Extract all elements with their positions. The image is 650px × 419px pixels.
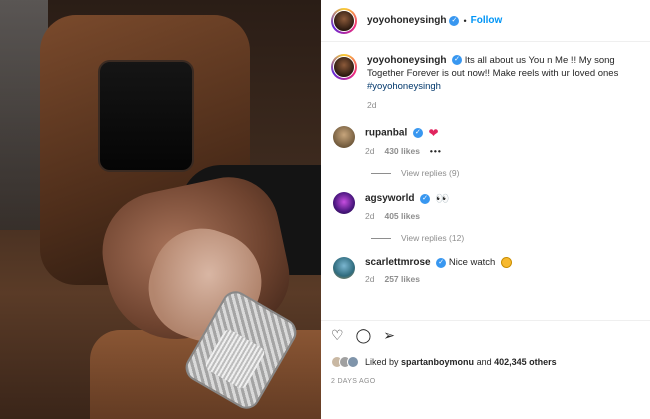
- verified-badge-icon: ✓: [412, 128, 423, 138]
- caption-text-block: yoyohoneysingh ✓ Its all about us You n …: [367, 54, 627, 112]
- verified-badge-icon: ✓: [452, 55, 463, 66]
- comment-body: agsyworld ✓ 👀 2d 405 likes: [365, 192, 449, 221]
- comment-likes[interactable]: 257 likes: [384, 274, 419, 284]
- follow-button[interactable]: Follow: [471, 15, 503, 26]
- view-replies-button[interactable]: View replies (9): [371, 168, 640, 178]
- comment-avatar[interactable]: [333, 192, 355, 214]
- caption-meta: 2d: [367, 99, 627, 112]
- heart-eyes-emoji-icon: [500, 257, 512, 268]
- red-heart-emoji-icon: ❤: [428, 126, 439, 140]
- action-bar: ♡ ◯ ➢: [321, 320, 650, 346]
- post-photo[interactable]: [0, 0, 321, 419]
- view-replies-label: View replies (12): [401, 233, 465, 243]
- comment-text: scarlettmrose ✓ Nice watch: [365, 257, 512, 268]
- caption: yoyohoneysingh ✓ Its all about us You n …: [331, 54, 640, 112]
- comment-text: rupanbal ✓ ❤: [365, 126, 442, 140]
- likes-prefix: Liked by: [365, 357, 399, 367]
- post-side-panel: yoyohoneysingh ✓ • Follow yoyohoneysingh…: [321, 0, 650, 419]
- likes-middle: and: [476, 357, 492, 367]
- comment-meta: 2d 430 likes •••: [365, 146, 442, 156]
- comment-avatar[interactable]: [333, 257, 355, 279]
- comment-time: 2d: [365, 211, 375, 221]
- comment-username[interactable]: agsyworld: [365, 193, 414, 204]
- instagram-post: yoyohoneysingh ✓ • Follow yoyohoneysingh…: [0, 0, 650, 419]
- author-username[interactable]: yoyohoneysingh: [367, 15, 446, 26]
- comment-item: scarlettmrose ✓ Nice watch 2d 257 likes: [331, 257, 640, 284]
- likes-count[interactable]: 402,345 others: [494, 357, 557, 367]
- comment-username[interactable]: scarlettmrose: [365, 257, 431, 268]
- likes-user[interactable]: spartanboymonu: [401, 357, 474, 367]
- comment-body: scarlettmrose ✓ Nice watch 2d 257 likes: [365, 257, 512, 284]
- comment-likes[interactable]: 405 likes: [384, 211, 419, 221]
- comment-time: 2d: [365, 274, 375, 285]
- liker-avatar: [347, 356, 359, 368]
- comment-meta: 2d 257 likes: [365, 274, 512, 284]
- comment-icon[interactable]: ◯: [356, 327, 372, 346]
- view-replies-label: View replies (9): [401, 168, 460, 178]
- comment-text: agsyworld ✓ 👀: [365, 192, 449, 205]
- comment-body: rupanbal ✓ ❤ 2d 430 likes •••: [365, 126, 442, 156]
- replies-divider: [371, 172, 391, 174]
- likes-summary[interactable]: Liked by spartanboymonu and 402,345 othe…: [331, 356, 557, 368]
- likes-text: Liked by spartanboymonu and 402,345 othe…: [365, 357, 557, 367]
- photo-seat-screen: [98, 60, 194, 172]
- comment-likes[interactable]: 430 likes: [384, 146, 419, 156]
- verified-badge-icon: ✓: [420, 193, 431, 204]
- header-separator: •: [463, 15, 467, 26]
- caption-time: 2d: [367, 100, 377, 110]
- caption-username[interactable]: yoyohoneysingh: [367, 55, 446, 66]
- comment-username[interactable]: rupanbal: [365, 128, 407, 139]
- share-icon[interactable]: ➢: [383, 327, 395, 346]
- verified-badge-icon: ✓: [449, 15, 460, 26]
- eyes-emoji-icon: 👀: [435, 193, 450, 205]
- comment-message: Nice watch: [448, 257, 496, 269]
- comment-time: 2d: [365, 146, 375, 156]
- comment-meta: 2d 405 likes: [365, 211, 449, 221]
- author-avatar[interactable]: [331, 7, 357, 34]
- replies-divider: [371, 237, 391, 239]
- comment-avatar[interactable]: [333, 126, 355, 148]
- post-header: yoyohoneysingh ✓ • Follow: [321, 0, 650, 42]
- caption-hashtag[interactable]: #yoyohoneysingh: [367, 81, 441, 92]
- view-replies-button[interactable]: View replies (12): [371, 233, 640, 243]
- heart-icon[interactable]: ♡: [331, 327, 344, 346]
- verified-badge-icon: ✓: [436, 257, 447, 268]
- comments-list[interactable]: yoyohoneysingh ✓ Its all about us You n …: [321, 42, 650, 317]
- comment-item: rupanbal ✓ ❤ 2d 430 likes •••: [331, 126, 640, 156]
- post-date: 2 DAYS AGO: [331, 378, 376, 385]
- more-options-icon[interactable]: •••: [430, 146, 442, 156]
- comment-item: agsyworld ✓ 👀 2d 405 likes: [331, 192, 640, 221]
- caption-avatar[interactable]: [331, 54, 357, 80]
